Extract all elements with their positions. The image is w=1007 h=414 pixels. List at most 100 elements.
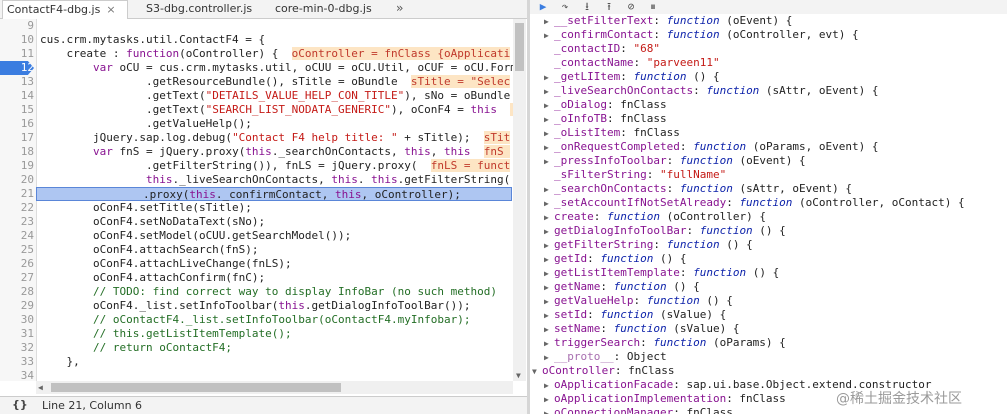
tab-contactf4-dbg[interactable]: ContactF4-dbg.js × [2, 0, 128, 19]
code-line[interactable]: oConF4.setModel(oCUU.getSearchModel()); [40, 229, 351, 243]
code-line[interactable]: oConF4.attachLiveChange(fnLS); [40, 257, 292, 271]
scope-property-row[interactable]: ▶ create: function (oController) { [544, 210, 766, 224]
expand-triangle-icon[interactable]: ▶ [544, 127, 554, 141]
line-number[interactable]: 14 [0, 89, 34, 103]
horizontal-scrollbar[interactable]: ◀ [36, 381, 513, 394]
code-line[interactable]: .getText("SEARCH_LIST_NODATA_GENERIC"), … [40, 103, 513, 117]
vertical-scrollbar[interactable]: ▼ [513, 19, 526, 381]
scope-property-row[interactable]: ▶ setId: function (sValue) { [544, 308, 726, 322]
expand-triangle-icon[interactable]: ▶ [544, 225, 554, 239]
line-number[interactable]: 34 [0, 369, 34, 381]
code-line[interactable]: .getResourceBundle(), sTitle = oBundle s… [40, 75, 511, 89]
step-out-button[interactable]: ⭱ [600, 0, 618, 14]
scope-property-row[interactable]: ▶ getValueHelp: function () { [544, 294, 733, 308]
code-line[interactable]: oConF4.setNoDataText(sNo); [40, 215, 265, 229]
code-line[interactable]: oConF4.attachConfirm(fnC); [40, 271, 265, 285]
expand-triangle-icon[interactable]: ▶ [544, 85, 554, 99]
expand-triangle-icon[interactable]: ▶ [544, 253, 554, 267]
expand-triangle-icon[interactable]: ▶ [544, 113, 554, 127]
resume-button[interactable]: ▶ [534, 0, 552, 14]
line-number[interactable]: 27 [0, 271, 34, 285]
line-number[interactable]: 9 [0, 19, 34, 33]
expand-triangle-icon[interactable]: ▶ [544, 99, 554, 113]
expand-triangle-icon[interactable]: ▶ [544, 323, 554, 337]
code-line[interactable]: jQuery.sap.log.debug("Contact F4 help ti… [40, 131, 511, 145]
scope-property-row[interactable]: ▶ getDialogInfoToolBar: function () { [544, 224, 786, 238]
line-number[interactable]: 13 [0, 75, 34, 89]
expand-triangle-icon[interactable]: ▶ [544, 15, 554, 29]
expand-triangle-icon[interactable]: ▶ [544, 351, 554, 365]
code-line[interactable]: oConF4._list.setInfoToolbar(this.getDial… [40, 299, 471, 313]
line-number[interactable]: 30 [0, 313, 34, 327]
code-line[interactable]: var fnS = jQuery.proxy(this._searchOnCon… [40, 145, 511, 159]
expand-triangle-icon[interactable]: ▶ [544, 183, 554, 197]
line-number[interactable]: 20 [0, 173, 34, 187]
scope-property-row[interactable]: ▶ _confirmContact: function (oController,… [544, 28, 859, 42]
scope-property-row[interactable]: _contactName: "parveen11" [544, 56, 720, 70]
code-line[interactable]: oConF4.attachSearch(fnS); [40, 243, 259, 257]
scope-property-row[interactable]: ▶ _pressInfoToolbar: function (oEvent) { [544, 154, 806, 168]
scope-property-row[interactable]: ▶ triggerSearch: function (oParams) { [544, 336, 786, 350]
code-line[interactable]: // return oContactF4; [40, 341, 232, 355]
code-line[interactable]: var oCU = cus.crm.mytasks.util, oCUU = o… [40, 61, 513, 75]
tab-overflow-chevron-icon[interactable]: » [396, 0, 403, 18]
scroll-down-arrow-icon[interactable]: ▼ [516, 371, 521, 380]
scope-property-row[interactable]: ▶ oConnectionManager: fnClass [544, 406, 733, 414]
expand-triangle-icon[interactable]: ▶ [544, 29, 554, 43]
horizontal-scroll-thumb[interactable] [51, 383, 341, 392]
deactivate-breakpoints-button[interactable]: ⊘ [622, 0, 640, 14]
scope-property-row[interactable]: ▶ setName: function (sValue) { [544, 322, 739, 336]
scope-property-row[interactable]: ▶ _setAccountIfNotSetAlready: function (o… [544, 196, 965, 210]
line-number[interactable]: 24 [0, 229, 34, 243]
breakpoint-marker[interactable]: 12 [0, 61, 34, 75]
tab-s3-dbg-controller[interactable]: S3-dbg.controller.js [146, 0, 252, 18]
scope-property-row[interactable]: ▶ _oDialog: fnClass [544, 98, 667, 112]
line-number[interactable]: 23 [0, 215, 34, 229]
code-lines[interactable]: cus.crm.mytasks.util.ContactF4 = { creat… [36, 19, 513, 381]
line-number[interactable]: 11 [0, 47, 34, 61]
step-over-button[interactable]: ↷ [556, 0, 574, 14]
scope-property-row[interactable]: ▶ _onRequestCompleted: function (oParams,… [544, 140, 879, 154]
line-number[interactable]: 33 [0, 355, 34, 369]
code-line[interactable]: // this.getListItemTemplate(); [40, 327, 292, 341]
scope-property-row[interactable]: ▼ oController: fnClass [532, 364, 674, 378]
scope-property-row[interactable]: ▶ _oInfoTB: fnClass [544, 112, 667, 126]
expand-triangle-icon[interactable]: ▶ [544, 71, 554, 85]
scope-property-row[interactable]: ▶ _searchOnContacts: function (sAttr, oEv… [544, 182, 852, 196]
scope-property-row[interactable]: ▶ getId: function () { [544, 252, 686, 266]
expand-triangle-icon[interactable]: ▶ [544, 281, 554, 295]
code-line[interactable]: create : function(oController) { oContro… [40, 47, 511, 61]
scope-property-row[interactable]: ▶ __setFilterText: function (oEvent) { [544, 14, 792, 28]
expand-triangle-icon[interactable]: ▶ [544, 407, 554, 414]
line-number[interactable]: 17 [0, 131, 34, 145]
step-into-button[interactable]: ⭳ [578, 0, 596, 14]
scope-property-row[interactable]: ▶ oApplicationImplementation: fnClass [544, 392, 786, 406]
expand-triangle-icon[interactable]: ▶ [544, 393, 554, 407]
scope-property-row[interactable]: _contactID: "68" [544, 42, 660, 56]
expand-triangle-icon[interactable]: ▶ [544, 309, 554, 323]
line-number[interactable]: 21 [0, 187, 34, 201]
line-number[interactable]: 22 [0, 201, 34, 215]
line-number[interactable]: 31 [0, 327, 34, 341]
scope-property-row[interactable]: ▶ getFilterString: function () { [544, 238, 753, 252]
code-line[interactable]: .getText("DETAILS_VALUE_HELP_CON_TITLE")… [40, 89, 510, 103]
line-number[interactable]: 28 [0, 285, 34, 299]
scope-property-row[interactable]: ▶ _oListItem: fnClass [544, 126, 680, 140]
expand-triangle-icon[interactable]: ▶ [544, 295, 554, 309]
code-line[interactable]: oConF4.setTitle(sTitle); [40, 201, 252, 215]
code-line[interactable]: // oContactF4._list.setInfoToolbar(oCont… [40, 313, 471, 327]
expanded-triangle-icon[interactable]: ▼ [532, 365, 542, 379]
scope-property-row[interactable]: ▶ _getLIItem: function () { [544, 70, 720, 84]
expand-triangle-icon[interactable]: ▶ [544, 239, 554, 253]
line-number[interactable]: 19 [0, 159, 34, 173]
code-line[interactable]: .getValueHelp(); [40, 117, 252, 131]
pretty-print-button[interactable]: {} [12, 398, 28, 411]
line-number[interactable]: 15 [0, 103, 34, 117]
expand-triangle-icon[interactable]: ▶ [544, 197, 554, 211]
expand-triangle-icon[interactable]: ▶ [544, 141, 554, 155]
code-line[interactable]: }, [40, 355, 79, 369]
line-number[interactable]: 32 [0, 341, 34, 355]
line-number[interactable]: 18 [0, 145, 34, 159]
expand-triangle-icon[interactable]: ▶ [544, 267, 554, 281]
scope-property-row[interactable]: ▶ _liveSearchOnContacts: function (sAttr,… [544, 84, 879, 98]
